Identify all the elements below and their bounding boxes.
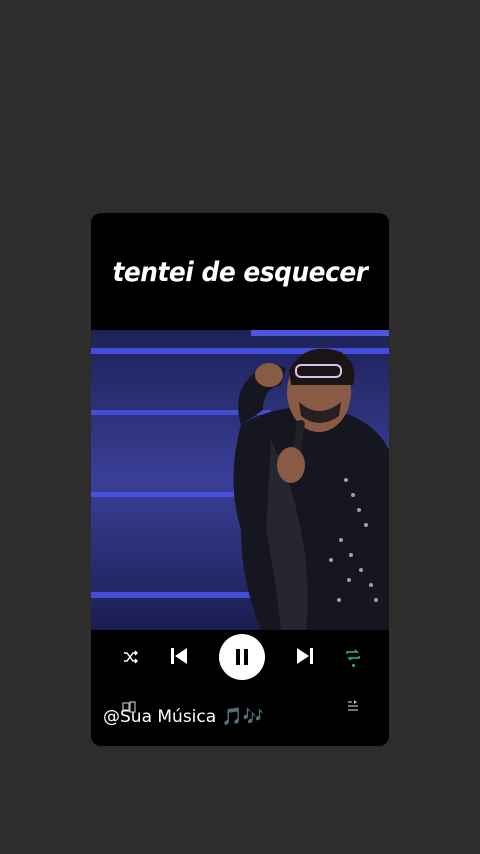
video-frame[interactable] xyxy=(91,330,389,630)
shuffle-icon[interactable] xyxy=(121,647,141,667)
player-controls xyxy=(91,630,389,746)
pause-button[interactable] xyxy=(219,634,265,680)
previous-icon[interactable] xyxy=(168,645,190,667)
post-title: tentei de esquecer xyxy=(112,257,368,288)
credit-text: @Sua Música 🎵🎶 xyxy=(103,707,264,727)
singer-image xyxy=(91,330,389,630)
next-icon[interactable] xyxy=(294,645,316,667)
repeat-icon[interactable] xyxy=(343,645,363,669)
story-card: tentei de esquecer @Sua Música 🎵🎶 xyxy=(91,213,389,746)
queue-icon[interactable] xyxy=(345,699,361,713)
pause-icon xyxy=(236,649,248,665)
